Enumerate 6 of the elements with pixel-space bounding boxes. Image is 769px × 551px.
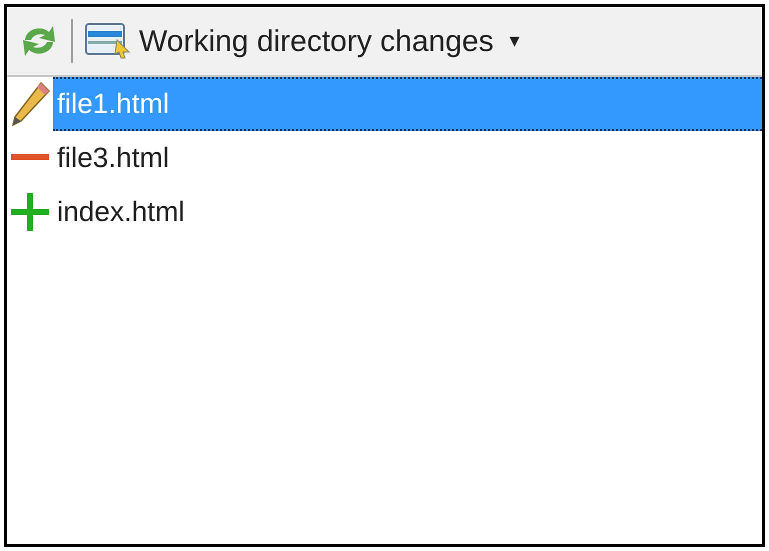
file-item[interactable]: index.html [53,185,762,239]
file-item[interactable]: file3.html [53,131,762,185]
window-list-icon [85,22,131,60]
minus-icon [11,154,49,162]
plus-icon [11,193,49,231]
pencil-icon [9,81,51,127]
